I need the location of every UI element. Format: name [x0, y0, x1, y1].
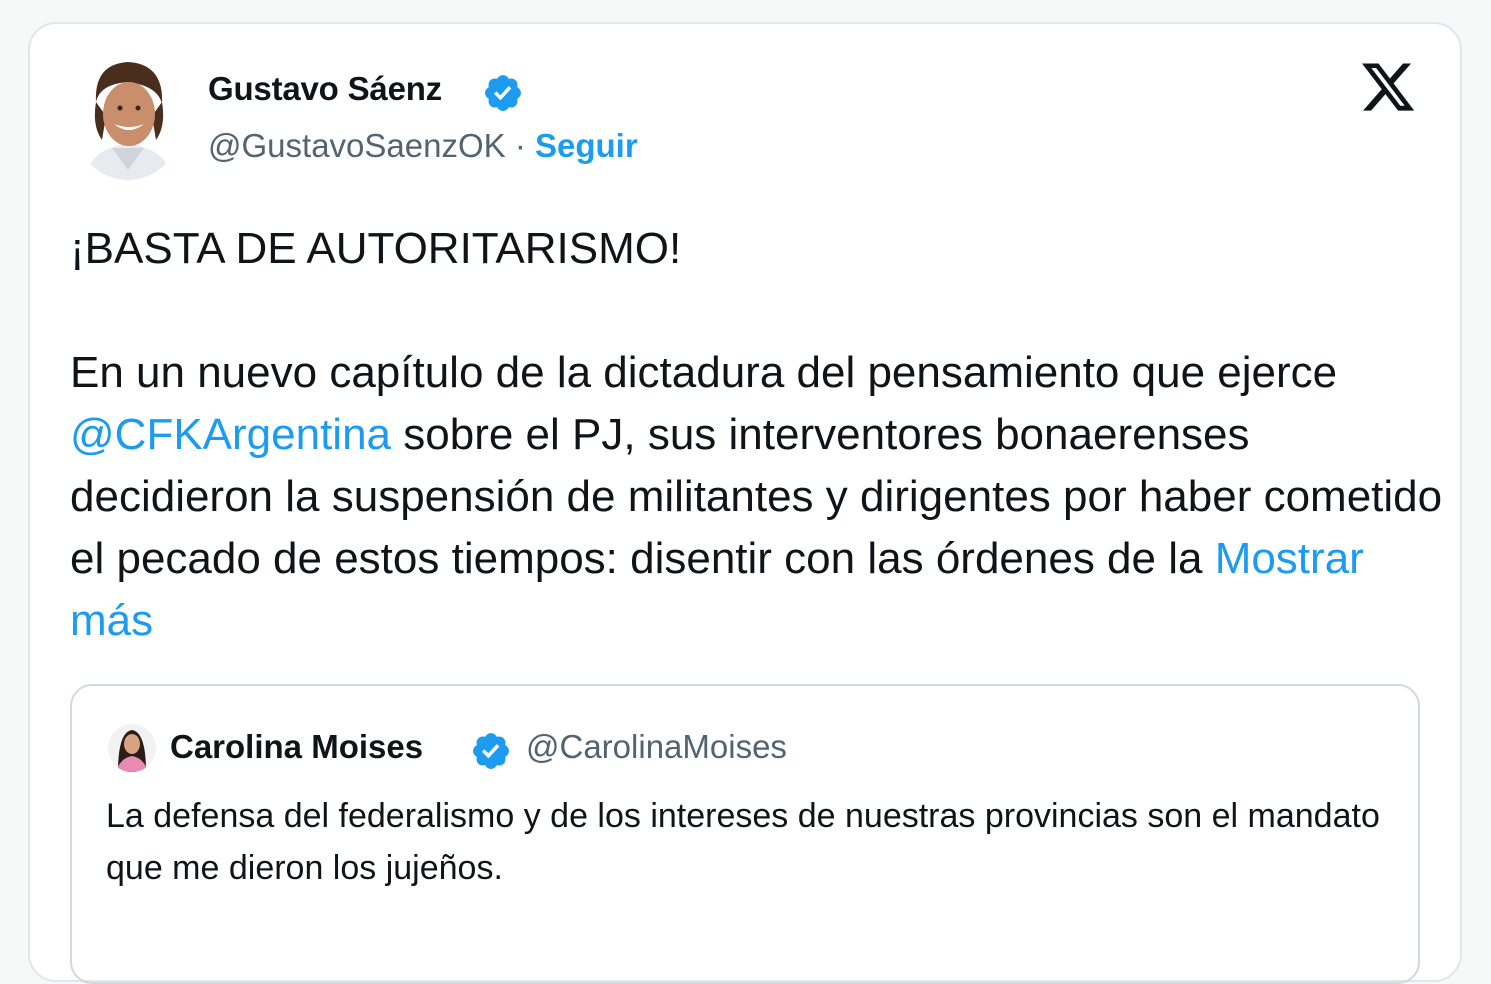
verified-badge-icon: [485, 75, 521, 111]
mention-link[interactable]: @CFKArgentina: [70, 410, 391, 459]
separator-dot: ·: [505, 127, 535, 164]
x-logo-icon[interactable]: [1358, 58, 1418, 116]
quoted-author-avatar[interactable]: [108, 724, 156, 772]
tweet-text: ¡BASTA DE AUTORITARISMO! En un nuevo cap…: [70, 218, 1450, 652]
handle-row: @GustavoSaenzOK · Seguir: [208, 127, 638, 165]
author-name[interactable]: Gustavo Sáenz: [208, 70, 442, 108]
tweet-body: En un nuevo capítulo de la dictadura del…: [70, 342, 1450, 652]
follow-button[interactable]: Seguir: [535, 127, 638, 164]
quoted-tweet[interactable]: Carolina Moises @CarolinaMoises La defen…: [70, 684, 1420, 984]
quoted-author-handle[interactable]: @CarolinaMoises: [526, 728, 787, 766]
quoted-author-name[interactable]: Carolina Moises: [170, 728, 423, 766]
tweet-headline: ¡BASTA DE AUTORITARISMO!: [70, 224, 682, 273]
quoted-tweet-text: La defensa del federalismo y de los inte…: [106, 797, 1380, 887]
tweet-body-text: En un nuevo capítulo de la dictadura del…: [70, 348, 1338, 397]
author-handle[interactable]: @GustavoSaenzOK: [208, 127, 506, 164]
verified-badge-icon: [473, 733, 509, 769]
author-avatar[interactable]: [76, 56, 180, 180]
